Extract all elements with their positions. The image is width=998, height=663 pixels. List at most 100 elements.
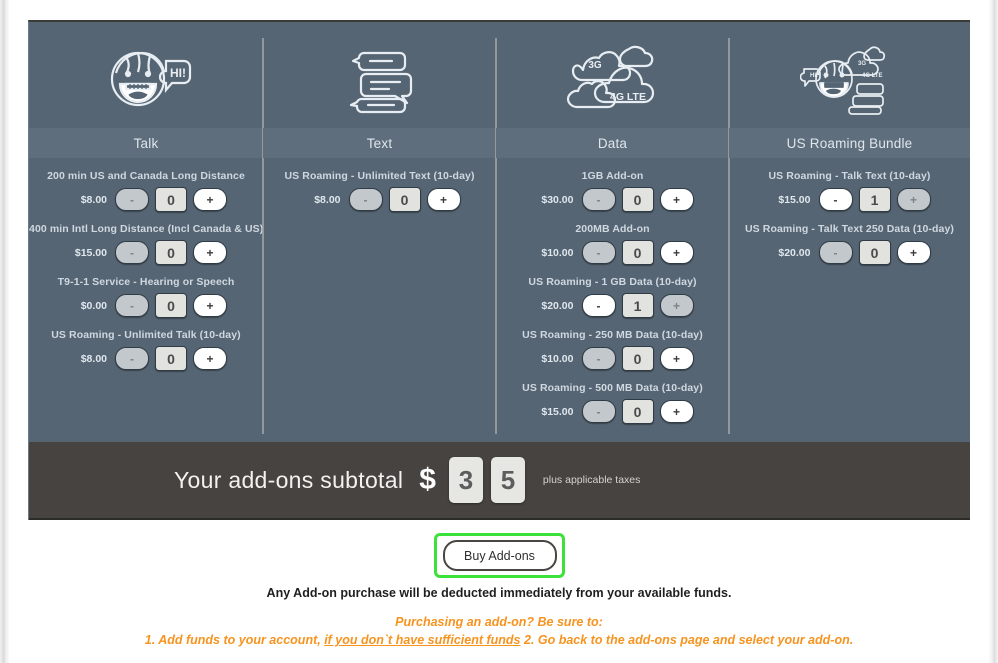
addon-price: $20.00 — [778, 246, 811, 259]
quantity-value[interactable]: 0 — [155, 293, 187, 318]
decrement-button[interactable]: - — [581, 294, 616, 317]
decrement-button[interactable]: - — [115, 294, 149, 317]
quantity-value[interactable]: 0 — [621, 240, 654, 265]
addon-price: $8.00 — [80, 193, 107, 206]
increment-button[interactable]: + — [659, 347, 694, 370]
speech-bubbles-icon — [263, 22, 496, 128]
column-title: US Roaming Bundle — [786, 135, 913, 151]
column-header-text: Text — [263, 128, 496, 158]
addon-title: T9-1-1 Service - Hearing or Speech — [57, 276, 235, 288]
decrement-button[interactable]: - — [348, 188, 383, 211]
quantity-value[interactable]: 0 — [621, 346, 654, 371]
quantity-stepper: $10.00 - 0 + — [496, 240, 729, 265]
addon-price: $10.00 — [541, 246, 574, 259]
taxes-note: plus applicable taxes — [542, 474, 641, 486]
decrement-button[interactable]: - — [115, 188, 149, 211]
buy-addons-button[interactable]: Buy Add-ons — [442, 540, 557, 571]
column-header-data: Data — [496, 128, 729, 158]
talk-bubble-label: HI! — [170, 66, 186, 80]
increment-button[interactable]: + — [659, 241, 694, 264]
decrement-button[interactable]: - — [818, 188, 853, 211]
insufficient-funds-link[interactable]: if you don`t have sufficient funds — [324, 633, 520, 647]
quantity-value[interactable]: 0 — [621, 399, 654, 424]
addon-title: 1GB Add-on — [581, 170, 644, 182]
decrement-button[interactable]: - — [818, 241, 853, 264]
quantity-stepper: $20.00 - 1 + — [496, 293, 729, 318]
addon-price: $0.00 — [80, 299, 107, 312]
increment-button[interactable]: + — [193, 347, 227, 370]
quantity-stepper: $8.00 - 0 + — [29, 346, 263, 371]
quantity-stepper: $15.00 - 0 + — [496, 399, 729, 424]
addon-title: US Roaming - Unlimited Text (10-day) — [284, 170, 475, 182]
increment-button[interactable]: + — [426, 188, 461, 211]
quantity-stepper: $0.00 - 0 + — [29, 293, 263, 318]
addon-categories: HI! Talk 200 min US and Canada Long Dist… — [29, 22, 970, 442]
decrement-button[interactable]: - — [581, 400, 616, 423]
quantity-stepper: $8.00 - 0 + — [29, 187, 263, 212]
increment-button[interactable]: + — [896, 188, 931, 211]
addon-price: $8.00 — [314, 193, 341, 206]
increment-button[interactable]: + — [896, 241, 931, 264]
decrement-button[interactable]: - — [115, 347, 149, 370]
addon-price: $15.00 — [778, 193, 811, 206]
quantity-value[interactable]: 0 — [621, 187, 654, 212]
quantity-value[interactable]: 0 — [388, 187, 421, 212]
subtotal-digit: 3 — [448, 457, 483, 503]
column-header-roaming-bundle: US Roaming Bundle — [729, 128, 970, 158]
column-title: Talk — [133, 135, 159, 151]
quantity-stepper: $8.00 - 0 + — [263, 187, 496, 212]
addon-item: 200MB Add-on $10.00 - 0 + — [496, 223, 729, 265]
left-scroll-strip[interactable] — [0, 0, 9, 663]
decrement-button[interactable]: - — [115, 241, 149, 264]
quantity-value[interactable]: 0 — [858, 240, 891, 265]
increment-button[interactable]: + — [193, 241, 227, 264]
addon-item: US Roaming - Talk Text 250 Data (10-day)… — [729, 223, 970, 265]
quantity-value[interactable]: 1 — [858, 187, 891, 212]
addon-title: US Roaming - 250 MB Data (10-day) — [522, 329, 703, 341]
decrement-button[interactable]: - — [581, 188, 616, 211]
subtotal-digit: 5 — [490, 457, 525, 503]
promo-heading: Purchasing an add-on? Be sure to: — [395, 615, 603, 629]
roaming-bundle-icon: HI! 3G 4G LTE — [729, 22, 970, 128]
addon-item: US Roaming - Talk Text (10-day) $15.00 -… — [729, 170, 970, 212]
decrement-button[interactable]: - — [581, 241, 616, 264]
quantity-value[interactable]: 0 — [155, 346, 187, 371]
addon-list-talk: 200 min US and Canada Long Distance $8.0… — [29, 158, 263, 371]
increment-button[interactable]: + — [659, 294, 694, 317]
category-column-talk: HI! Talk 200 min US and Canada Long Dist… — [29, 22, 264, 442]
category-column-text: Text US Roaming - Unlimited Text (10-day… — [263, 22, 497, 442]
net-4g-label: 4G LTE — [862, 73, 883, 79]
decrement-button[interactable]: - — [581, 347, 616, 370]
addon-list-data: 1GB Add-on $30.00 - 0 + 200MB Add-on $10… — [496, 158, 729, 424]
promo-steps: 1. Add funds to your account, if you don… — [0, 633, 998, 647]
addon-item: 1GB Add-on $30.00 - 0 + — [496, 170, 729, 212]
talking-face-icon: HI! — [29, 22, 263, 128]
quantity-value[interactable]: 1 — [621, 293, 654, 318]
right-scroll-strip[interactable] — [989, 0, 998, 663]
quantity-stepper: $15.00 - 1 + — [729, 187, 970, 212]
addon-price: $10.00 — [541, 352, 574, 365]
addon-item: 200 min US and Canada Long Distance $8.0… — [29, 170, 263, 212]
addon-price: $8.00 — [80, 352, 107, 365]
addon-title: US Roaming - Talk Text (10-day) — [768, 170, 931, 182]
promo-step-one-pre: 1. Add funds to your account, — [144, 633, 325, 647]
data-clouds-icon: 3G 4G LTE — [496, 22, 729, 128]
addon-title: US Roaming - Talk Text 250 Data (10-day) — [744, 223, 954, 235]
addon-title: 200MB Add-on — [575, 223, 650, 235]
addon-price: $15.00 — [74, 246, 107, 259]
addons-panel: HI! Talk 200 min US and Canada Long Dist… — [28, 20, 970, 520]
increment-button[interactable]: + — [659, 188, 694, 211]
quantity-value[interactable]: 0 — [155, 240, 187, 265]
quantity-stepper: $10.00 - 0 + — [496, 346, 729, 371]
currency-symbol: $ — [419, 463, 436, 496]
increment-button[interactable]: + — [193, 188, 227, 211]
quantity-value[interactable]: 0 — [155, 187, 187, 212]
addon-title: US Roaming - 500 MB Data (10-day) — [522, 382, 703, 394]
talk-bubble-label: HI! — [810, 73, 818, 79]
increment-button[interactable]: + — [659, 400, 694, 423]
addon-item: 400 min Intl Long Distance (Incl Canada … — [29, 223, 263, 265]
increment-button[interactable]: + — [193, 294, 227, 317]
quantity-stepper: $30.00 - 0 + — [496, 187, 729, 212]
category-column-data: 3G 4G LTE Data 1GB Add-on $30.00 - 0 + 2… — [496, 22, 730, 442]
net-3g-label: 3G — [858, 61, 866, 67]
